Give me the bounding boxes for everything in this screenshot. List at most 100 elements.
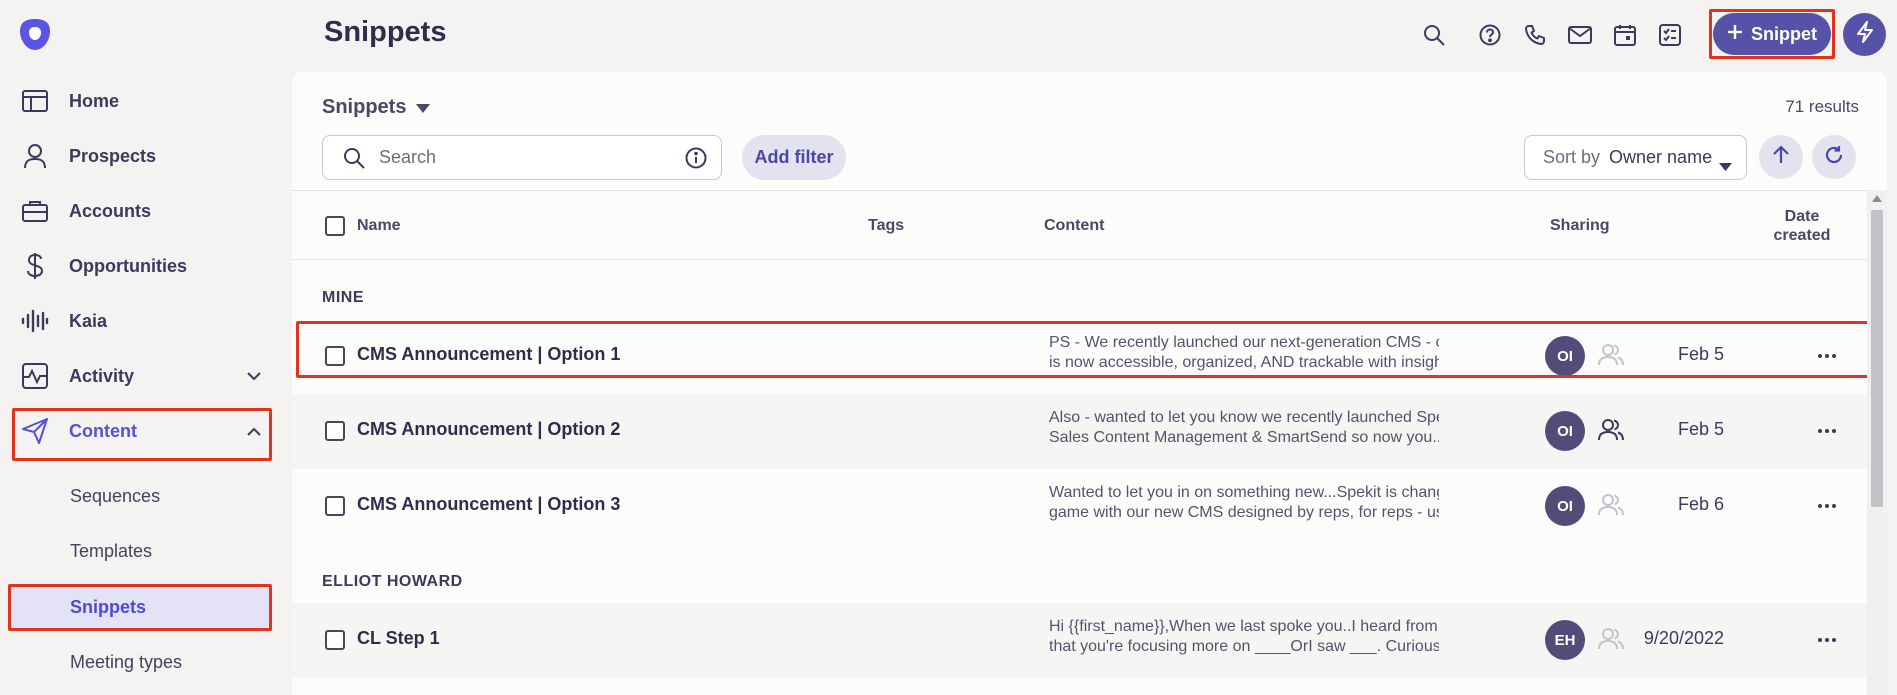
content-line-1: Hi {{first_name}},When we last spoke you… xyxy=(1049,618,1439,635)
sidebar-item-label: Opportunities xyxy=(69,255,187,276)
home-icon xyxy=(20,86,50,116)
calendar-icon[interactable] xyxy=(1610,20,1640,50)
quick-actions-button[interactable] xyxy=(1843,13,1886,56)
send-icon xyxy=(20,416,50,446)
select-all-checkbox[interactable] xyxy=(325,216,345,236)
briefcase-icon xyxy=(20,196,50,226)
sidebar-subitem-snippets[interactable]: Snippets xyxy=(70,597,146,618)
sidebar-item-label: Accounts xyxy=(69,200,152,221)
sidebar-subitem-templates[interactable]: Templates xyxy=(70,541,152,562)
table-row[interactable]: CMS Announcement | Option 2 Also - wante… xyxy=(292,394,1867,469)
sidebar-item-label: Activity xyxy=(69,365,135,386)
table-header: Name Tags Content Sharing Date created xyxy=(292,190,1867,260)
table-row[interactable]: CMS Announcement | Option 1 PS - We rece… xyxy=(292,319,1867,394)
snippet-name[interactable]: CMS Announcement | Option 2 xyxy=(357,419,620,440)
more-options-icon[interactable] xyxy=(1814,628,1840,652)
table-row[interactable]: CMS Announcement | Option 3 Wanted to le… xyxy=(292,469,1867,544)
info-icon[interactable] xyxy=(685,147,707,169)
row-checkbox[interactable] xyxy=(325,421,345,441)
scrollbar-thumb[interactable] xyxy=(1871,210,1883,507)
more-options-icon[interactable] xyxy=(1814,494,1840,518)
sharing-users-icon xyxy=(1597,343,1625,371)
date-header-line1: Date xyxy=(1784,208,1820,225)
content-line-1: PS - We recently launched our next-gener… xyxy=(1049,334,1439,351)
content-line-2: game with our new CMS designed by reps, … xyxy=(1049,504,1439,521)
date-created: 9/20/2022 xyxy=(1643,628,1724,648)
sidebar-item-kaia[interactable]: Kaia xyxy=(20,300,275,342)
column-header-date-created[interactable]: Date created xyxy=(1752,207,1852,245)
sidebar-item-prospects[interactable]: Prospects xyxy=(20,135,275,177)
sort-label: Sort by xyxy=(1543,147,1601,167)
column-header-sharing: Sharing xyxy=(1550,217,1610,234)
tasks-icon[interactable] xyxy=(1655,20,1685,50)
caret-down-icon xyxy=(1719,155,1732,176)
phone-icon[interactable] xyxy=(1520,20,1550,50)
scroll-up-icon[interactable] xyxy=(1872,195,1882,202)
sidebar-item-label: Prospects xyxy=(69,145,157,166)
snippet-name[interactable]: CL Step 1 xyxy=(357,628,440,649)
content-line-2: is now accessible, organized, AND tracka… xyxy=(1049,354,1439,371)
sidebar-item-accounts[interactable]: Accounts xyxy=(20,190,275,232)
sort-direction-button[interactable] xyxy=(1759,135,1803,179)
sidebar-item-label: Content xyxy=(69,420,137,441)
content-line-1: Wanted to let you in on something new...… xyxy=(1049,484,1439,501)
owner-avatar: OI xyxy=(1545,411,1585,451)
more-options-icon[interactable] xyxy=(1814,344,1840,368)
column-header-name[interactable]: Name xyxy=(357,217,401,235)
chevron-up-icon[interactable] xyxy=(243,420,265,442)
snippet-name[interactable]: CMS Announcement | Option 1 xyxy=(357,344,620,365)
table-row[interactable]: CL Step 1 Hi {{first_name}},When we last… xyxy=(292,603,1867,678)
mail-icon[interactable] xyxy=(1565,20,1595,50)
page-title: Snippets xyxy=(324,16,447,48)
snippet-content: Hi {{first_name}},When we last spoke you… xyxy=(1049,617,1439,657)
row-checkbox[interactable] xyxy=(325,346,345,366)
search-input[interactable] xyxy=(379,147,669,168)
sharing-users-icon xyxy=(1597,627,1625,655)
snippet-content: PS - We recently launched our next-gener… xyxy=(1049,333,1439,373)
sidebar-subitem-meeting-types[interactable]: Meeting types xyxy=(70,652,182,673)
app-logo-icon[interactable] xyxy=(17,17,53,53)
search-icon xyxy=(343,147,365,169)
sort-value: Owner name xyxy=(1609,147,1713,167)
add-filter-button[interactable]: Add filter xyxy=(742,135,846,180)
more-options-icon[interactable] xyxy=(1814,419,1840,443)
search-field[interactable] xyxy=(322,135,722,180)
snippets-view-dropdown[interactable]: Snippets xyxy=(322,96,431,119)
column-header-tags: Tags xyxy=(868,217,905,234)
bolt-icon xyxy=(1856,21,1874,48)
date-header-line2: created xyxy=(1773,227,1831,244)
caret-down-icon xyxy=(416,96,431,119)
sidebar-item-opportunities[interactable]: Opportunities xyxy=(20,245,275,287)
content-line-2: that you're focusing more on ____OrI saw… xyxy=(1049,638,1439,655)
sidebar-subitem-sequences[interactable]: Sequences xyxy=(70,486,160,507)
chevron-down-icon[interactable] xyxy=(243,365,265,387)
row-checkbox[interactable] xyxy=(325,496,345,516)
content-line-2: Sales Content Management & SmartSend so … xyxy=(1049,429,1439,446)
refresh-button[interactable] xyxy=(1812,135,1856,179)
arrow-up-icon xyxy=(1773,144,1789,169)
waveform-icon xyxy=(20,306,50,336)
sidebar-item-content[interactable]: Content xyxy=(20,410,275,452)
search-icon[interactable] xyxy=(1419,20,1449,50)
column-header-content: Content xyxy=(1044,217,1105,234)
content-line-1: Also - wanted to let you know we recentl… xyxy=(1049,409,1439,426)
snippet-content: Also - wanted to let you know we recentl… xyxy=(1049,408,1439,448)
sidebar-item-home[interactable]: Home xyxy=(20,80,275,122)
table-scrollbar[interactable] xyxy=(1867,190,1887,695)
sort-select[interactable]: Sort by Owner name xyxy=(1524,135,1747,180)
snippets-panel: Snippets 71 results Add filter Sort by O… xyxy=(292,72,1887,695)
new-snippet-button[interactable]: Snippet xyxy=(1713,13,1831,55)
view-title: Snippets xyxy=(322,96,407,118)
activity-icon xyxy=(20,361,50,391)
row-checkbox[interactable] xyxy=(325,630,345,650)
sidebar-item-activity[interactable]: Activity xyxy=(20,355,275,397)
person-icon xyxy=(20,141,50,171)
date-created: Feb 6 xyxy=(1677,494,1724,514)
sidebar-item-label: Home xyxy=(69,90,120,111)
help-icon[interactable] xyxy=(1475,20,1505,50)
sidebar: Home Prospects Accounts Opportunities Ka… xyxy=(0,0,280,695)
sharing-users-icon xyxy=(1597,493,1625,521)
snippet-name[interactable]: CMS Announcement | Option 3 xyxy=(357,494,620,515)
plus-icon xyxy=(1727,24,1743,45)
date-created: Feb 5 xyxy=(1677,344,1724,364)
